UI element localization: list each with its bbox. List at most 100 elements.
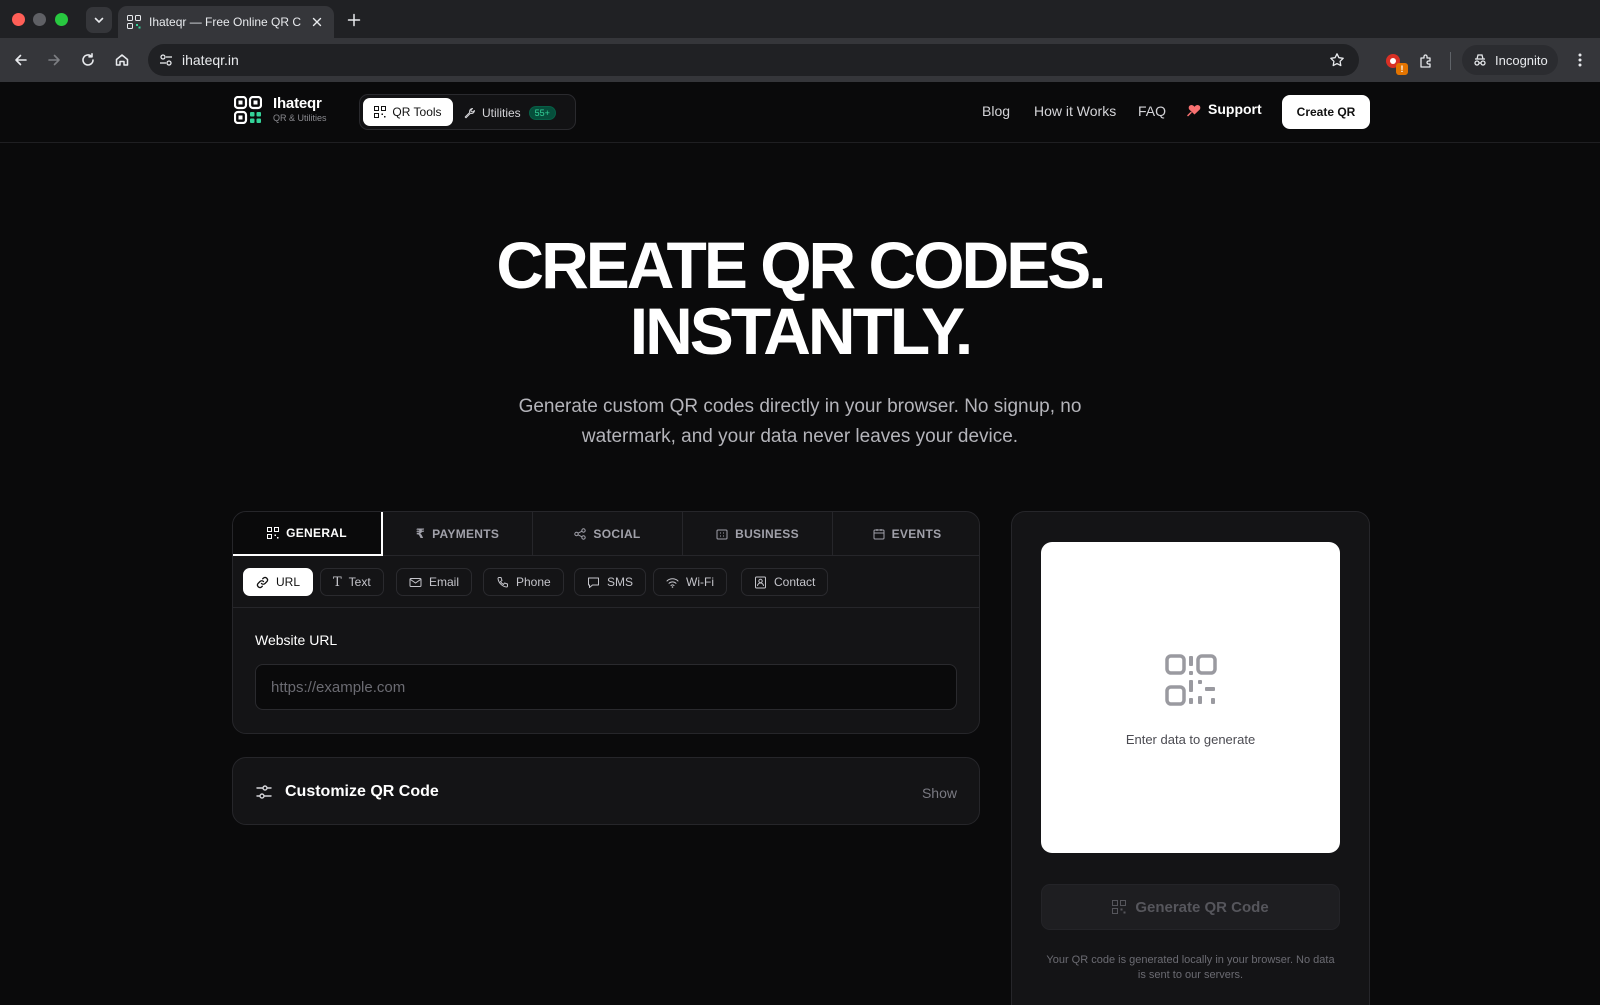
home-icon: [115, 54, 129, 66]
url-text[interactable]: ihateqr.in: [182, 52, 239, 68]
incognito-icon: [1474, 54, 1486, 66]
nav-faq-link[interactable]: FAQ: [1138, 103, 1166, 119]
heart-hand-icon: [1187, 104, 1201, 116]
website-url-input[interactable]: [255, 664, 957, 710]
nav-how-it-works-link[interactable]: How it Works: [1034, 103, 1116, 119]
hero-title-line-1: CREATE QR CODES.: [496, 228, 1106, 302]
window-maximize-button[interactable]: [55, 13, 68, 26]
category-tabs: GENERAL ₹ PAYMENTS SOCIAL BUSINESS EVENT…: [233, 512, 979, 556]
qr-icon: [1112, 900, 1127, 914]
address-bar[interactable]: ihateqr.in: [148, 44, 1359, 76]
hero-title: CREATE QR CODES. INSTANTLY.: [0, 232, 1600, 364]
calendar-icon: [873, 529, 885, 540]
brand-subtitle: QR & Utilities: [273, 113, 327, 123]
preview-panel: Enter data to generate Generate QR Code …: [1011, 511, 1370, 1005]
type-email-chip[interactable]: Email: [396, 568, 473, 596]
browser-tab-strip: Ihateqr — Free Online QR Code Generator: [0, 0, 1600, 38]
generator-panel: GENERAL ₹ PAYMENTS SOCIAL BUSINESS EVENT…: [232, 511, 980, 734]
qr-icon: [267, 527, 280, 539]
generate-qr-label: Generate QR Code: [1135, 898, 1269, 916]
create-qr-button[interactable]: Create QR: [1282, 95, 1370, 129]
qr-tools-label: QR Tools: [392, 105, 442, 119]
hero-title-line-2: INSTANTLY.: [629, 294, 973, 368]
support-link[interactable]: Support: [1187, 101, 1262, 117]
browser-tab[interactable]: Ihateqr — Free Online QR Code Generator: [118, 6, 334, 38]
home-button[interactable]: [110, 48, 134, 72]
incognito-indicator[interactable]: Incognito: [1462, 45, 1558, 75]
extensions-menu-button[interactable]: [1413, 48, 1439, 74]
generate-qr-button[interactable]: Generate QR Code: [1041, 884, 1340, 930]
type-phone-label: Phone: [516, 575, 551, 589]
qr-logo-icon: [234, 96, 262, 124]
qr-tools-button[interactable]: QR Tools: [363, 98, 453, 126]
back-button[interactable]: [9, 48, 33, 72]
tab-payments-label: PAYMENTS: [432, 527, 500, 541]
link-icon: [256, 576, 269, 588]
bookmark-button[interactable]: [1327, 50, 1347, 70]
forward-button[interactable]: [42, 48, 66, 72]
plus-icon: [347, 13, 361, 27]
website-url-label: Website URL: [255, 632, 338, 648]
chevron-down-icon: [94, 17, 104, 24]
tab-title: Ihateqr — Free Online QR Code Generator: [149, 15, 301, 29]
type-sms-chip[interactable]: SMS: [574, 568, 647, 596]
preview-empty-text: Enter data to generate: [1125, 732, 1256, 747]
mail-icon: [409, 577, 422, 587]
type-url-chip[interactable]: URL: [243, 568, 314, 596]
extension-button[interactable]: !: [1380, 48, 1408, 75]
rupee-icon: ₹: [415, 526, 426, 541]
qr-favicon-icon: [127, 15, 141, 29]
site-info-button[interactable]: [154, 48, 178, 72]
tab-social[interactable]: SOCIAL: [533, 512, 683, 556]
utilities-count-badge: 55+: [528, 106, 556, 120]
tab-search-button[interactable]: [86, 7, 112, 33]
incognito-label: Incognito: [1495, 52, 1548, 68]
nav-blog-link[interactable]: Blog: [982, 103, 1010, 119]
hero-subtitle: Generate custom QR codes directly in you…: [518, 396, 1082, 447]
type-wifi-chip[interactable]: Wi-Fi: [653, 568, 727, 596]
qr-placeholder-icon: [1165, 654, 1217, 706]
type-url-label: URL: [276, 575, 301, 589]
puzzle-icon: [1420, 54, 1431, 68]
sliders-icon: [256, 785, 272, 799]
arrow-left-icon: [15, 54, 27, 66]
more-vertical-icon: [1578, 53, 1582, 67]
text-icon: T: [333, 574, 342, 590]
qr-icon: [374, 106, 387, 118]
tab-business-label: BUSINESS: [735, 527, 799, 541]
share-icon: [574, 528, 587, 540]
wifi-icon: [666, 577, 679, 588]
tab-events[interactable]: EVENTS: [833, 512, 979, 556]
type-contact-label: Contact: [774, 575, 816, 589]
new-tab-button[interactable]: [344, 10, 364, 30]
customize-section[interactable]: Customize QR Code Show: [232, 757, 980, 825]
type-wifi-label: Wi-Fi: [686, 575, 714, 589]
qr-type-selector: URL T Text Email Phone SMS Wi-Fi Contact: [233, 556, 979, 608]
browser-menu-button[interactable]: [1568, 48, 1592, 72]
contact-card-icon: [755, 576, 766, 588]
window-close-button[interactable]: [12, 13, 25, 26]
type-contact-chip[interactable]: Contact: [741, 568, 829, 596]
tune-icon: [160, 54, 172, 66]
type-phone-chip[interactable]: Phone: [483, 568, 564, 596]
utilities-label: Utilities: [482, 106, 521, 120]
qr-preview-area: Enter data to generate: [1041, 542, 1340, 853]
customize-show-toggle[interactable]: Show: [922, 785, 957, 801]
type-sms-label: SMS: [607, 575, 634, 589]
tab-general[interactable]: GENERAL: [233, 512, 383, 556]
type-text-chip[interactable]: T Text: [320, 568, 384, 596]
tab-payments[interactable]: ₹ PAYMENTS: [383, 512, 533, 556]
brand-name: Ihateqr: [273, 95, 322, 112]
customize-title: Customize QR Code: [285, 783, 439, 800]
reload-button[interactable]: [76, 48, 100, 72]
toolbar-divider: [1450, 52, 1451, 70]
tab-close-icon[interactable]: [309, 14, 325, 30]
brand-link[interactable]: Ihateqr QR & Utilities: [234, 96, 327, 124]
reload-icon: [82, 53, 94, 66]
tab-business[interactable]: BUSINESS: [683, 512, 833, 556]
window-minimize-button[interactable]: [33, 13, 46, 26]
utilities-button[interactable]: Utilities 55+: [464, 99, 556, 127]
extension-badge: !: [1396, 63, 1408, 75]
phone-icon: [497, 576, 508, 587]
type-text-label: Text: [348, 575, 371, 589]
